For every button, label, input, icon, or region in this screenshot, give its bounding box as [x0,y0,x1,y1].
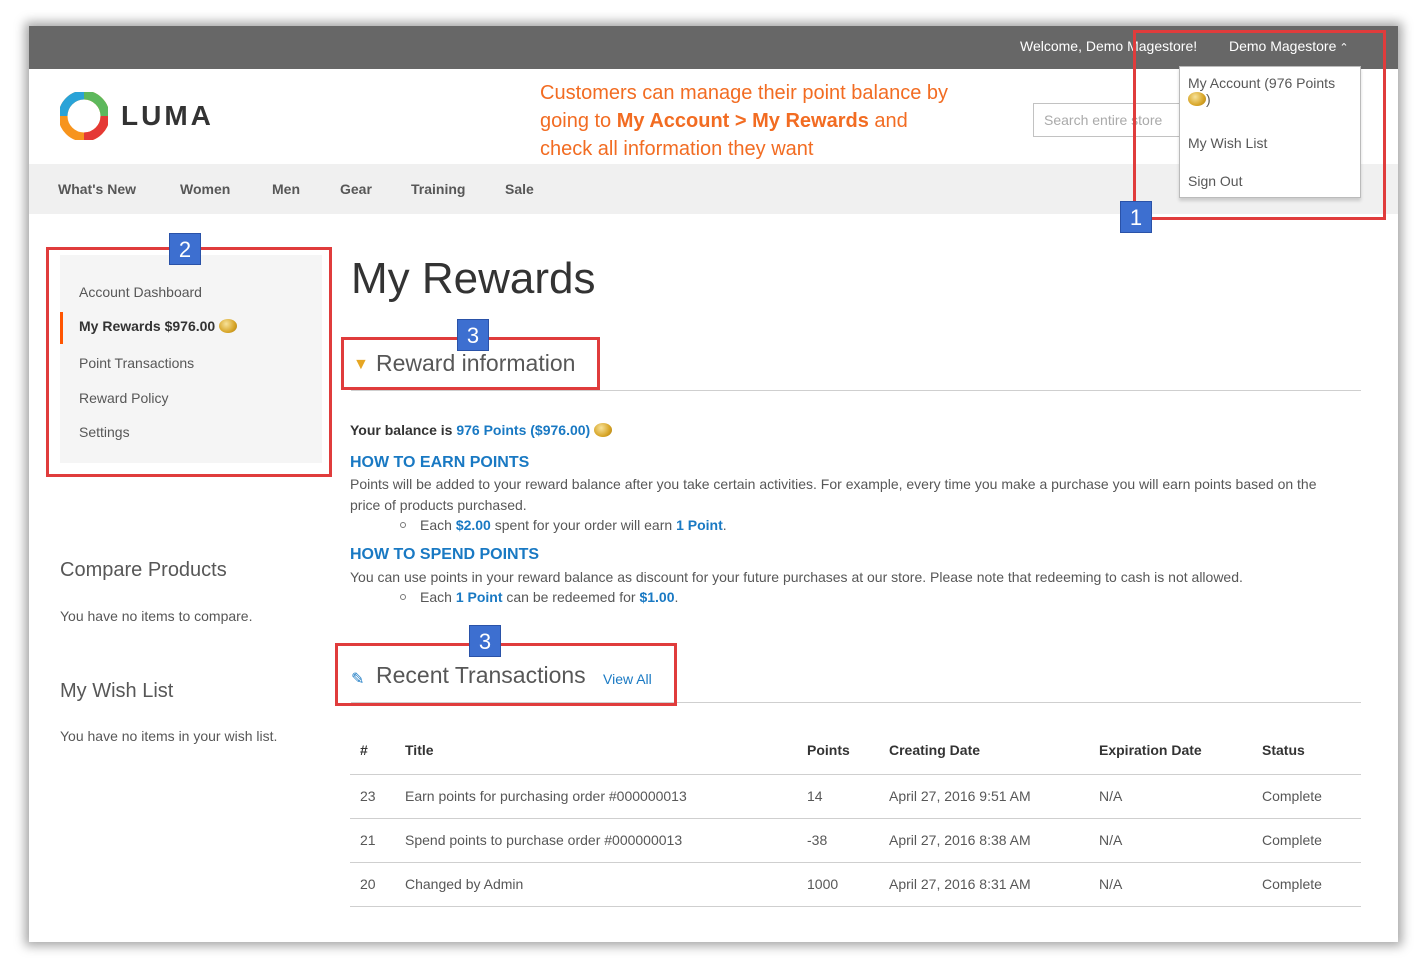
col-header-expiration-date: Expiration Date [1099,726,1262,775]
bullet-icon [400,522,406,528]
spend-rule-post: . [674,589,679,605]
transactions-table: # Title Points Creating Date Expiration … [350,726,1361,907]
cell-points: 14 [807,774,889,819]
earn-points-title: HOW TO EARN POINTS [350,454,530,471]
luma-logo-icon[interactable] [60,92,108,140]
cell-status: Complete [1262,862,1361,907]
wish-list-empty: You have no items in your wish list. [60,728,278,744]
cell-creating-date: April 27, 2016 8:31 AM [889,862,1099,907]
spend-points-rule: Each 1 Point can be redeemed for $1.00. [400,589,678,605]
spend-rule-mid: can be redeemed for [502,589,640,605]
table-row: 21 Spend points to purchase order #00000… [350,818,1361,863]
cell-title: Spend points to purchase order #00000001… [405,818,807,863]
nav-item-men[interactable]: Men [272,181,300,197]
nav-item-gear[interactable]: Gear [340,181,372,197]
cell-points: -38 [807,818,889,863]
cell-creating-date: April 27, 2016 8:38 AM [889,818,1099,863]
table-row: 23 Earn points for purchasing order #000… [350,774,1361,819]
callout-line-2-bold: My Account > My Rewards [616,110,869,132]
annotation-box-3-transactions [335,643,677,706]
callout-line-2-pre: going to [540,110,617,132]
spend-rule-amount: $1.00 [639,589,675,605]
compare-products-empty: You have no items to compare. [60,608,253,624]
table-row: 20 Changed by Admin 1000 April 27, 2016 … [350,862,1361,907]
col-header-creating-date: Creating Date [889,726,1099,775]
callout-line-1: Customers can manage their point balance… [540,82,949,104]
col-header-status: Status [1262,726,1361,775]
cell-creating-date: April 27, 2016 9:51 AM [889,774,1099,819]
cell-expiration-date: N/A [1099,862,1262,907]
annotation-badge-2: 2 [169,233,201,265]
balance-value: 976 Points ($976.00) [456,422,591,438]
wish-list-title: My Wish List [60,680,174,702]
callout-line-2: going to My Account > My Rewards and [540,107,990,135]
coin-icon [594,423,613,437]
callout-line-2-post: and [868,110,908,132]
annotation-box-1 [1133,30,1386,220]
earn-rule-amount: $2.00 [455,517,491,533]
cell-expiration-date: N/A [1099,818,1262,863]
cell-title: Changed by Admin [405,862,807,907]
nav-item-sale[interactable]: Sale [505,181,534,197]
earn-points-text: Points will be added to your reward bala… [350,476,1317,513]
divider [351,390,1361,391]
cell-id: 20 [350,862,405,907]
col-header-points: Points [807,726,889,775]
spend-rule-pre: Each [420,589,456,605]
logo-text[interactable]: LUMA [121,100,214,132]
earn-rule-points: 1 Point [676,517,723,533]
cell-status: Complete [1262,818,1361,863]
earn-points-rule: Each $2.00 spent for your order will ear… [400,517,727,533]
callout-text: Customers can manage their point balance… [540,79,990,163]
earn-rule-pre: Each [420,517,456,533]
cell-points: 1000 [807,862,889,907]
callout-line-3: check all information they want [540,138,814,160]
cell-expiration-date: N/A [1099,774,1262,819]
col-header-title: Title [405,726,807,775]
screenshot-frame: Welcome, Demo Magestore! Demo Magestore ⌃… [29,26,1398,942]
spend-points-text: You can use points in your reward balanc… [350,569,1243,585]
compare-products-title: Compare Products [60,559,227,581]
annotation-badge-1: 1 [1120,201,1152,233]
balance-label: Your balance is [350,422,457,438]
table-header-row: # Title Points Creating Date Expiration … [350,726,1361,775]
nav-item-whats-new[interactable]: What's New [58,181,136,197]
cell-id: 21 [350,818,405,863]
bullet-icon [400,594,406,600]
page-title: My Rewards [351,254,596,303]
balance-line: Your balance is 976 Points ($976.00) [350,422,613,438]
annotation-box-2 [46,247,332,477]
col-header-id: # [350,726,405,775]
nav-item-training[interactable]: Training [411,181,465,197]
annotation-badge-3-reward-info: 3 [457,319,489,351]
earn-rule-post: . [722,517,727,533]
annotation-badge-3-transactions: 3 [469,625,501,657]
cell-title: Earn points for purchasing order #000000… [405,774,807,819]
cell-id: 23 [350,774,405,819]
nav-item-women[interactable]: Women [180,181,230,197]
earn-rule-mid: spent for your order will earn [490,517,677,533]
spend-rule-points: 1 Point [455,589,503,605]
cell-status: Complete [1262,774,1361,819]
spend-points-title: HOW TO SPEND POINTS [350,546,540,563]
